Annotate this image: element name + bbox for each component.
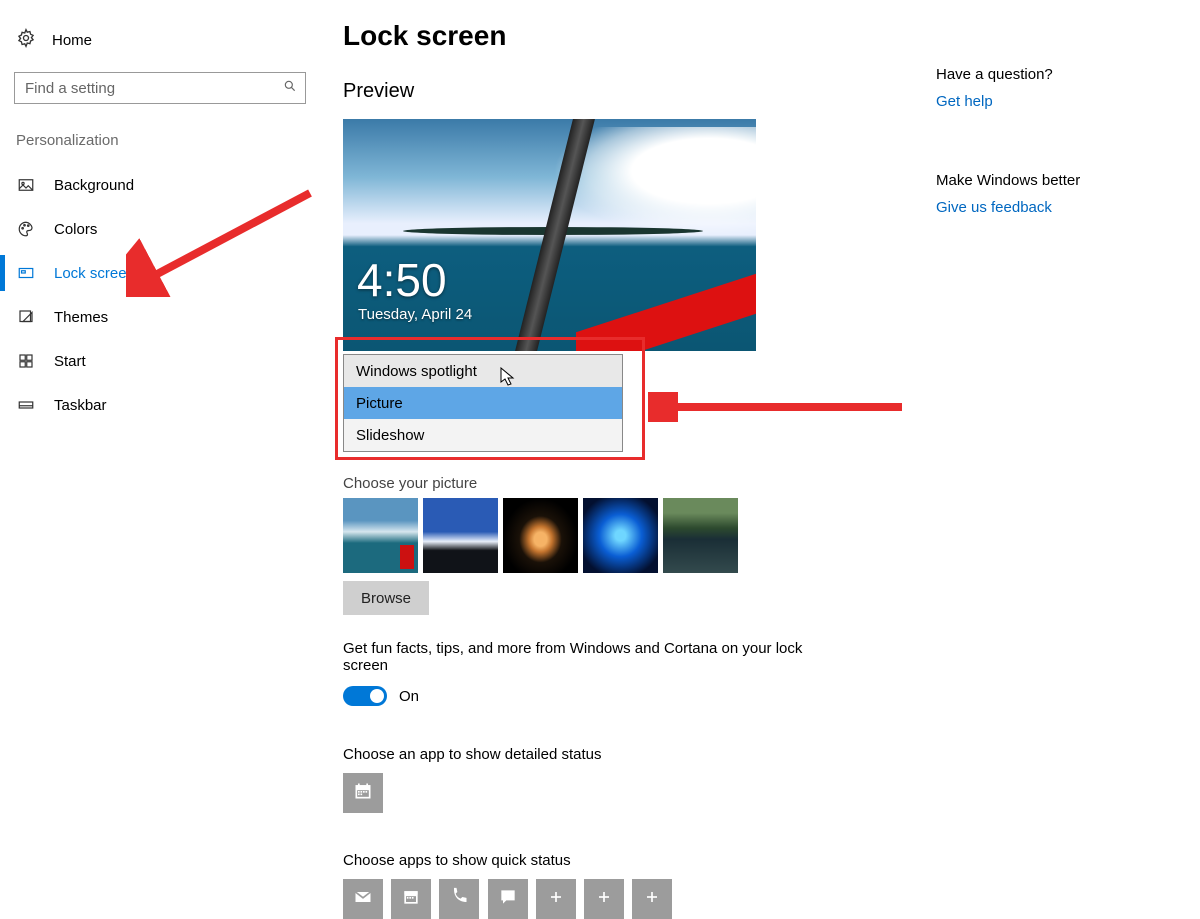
better-heading: Make Windows better [936,172,1182,189]
thumbnail-4[interactable] [583,498,658,573]
nav-themes[interactable]: Themes [14,295,308,339]
nav-label: Start [54,353,86,370]
quick-status-label: Choose apps to show quick status [343,852,676,869]
themes-icon [16,308,36,326]
nav-label: Themes [54,309,108,326]
home-label: Home [52,32,92,49]
calendar-icon [353,781,373,805]
picture-icon [16,176,36,194]
dropdown-item-slideshow[interactable]: Slideshow [344,419,622,451]
nav-label: Background [54,177,134,194]
thumbnail-2[interactable] [423,498,498,573]
fun-facts-label: Get fun facts, tips, and more from Windo… [343,640,823,674]
detailed-status-label: Choose an app to show detailed status [343,746,602,763]
quick-status-tile-messaging[interactable] [488,879,528,919]
thumbnail-5[interactable] [663,498,738,573]
cursor-icon [500,367,516,387]
search-icon [283,79,297,97]
annotation-arrow-left [126,187,316,297]
dropdown-item-picture[interactable]: Picture [344,387,622,419]
get-help-link[interactable]: Get help [936,93,993,110]
browse-button[interactable]: Browse [343,581,429,615]
plus-icon [546,887,566,911]
feedback-link[interactable]: Give us feedback [936,199,1052,216]
quick-status-tile-add-3[interactable] [632,879,672,919]
nav-label: Taskbar [54,397,107,414]
page-title: Lock screen [343,20,903,52]
calendar-icon [401,887,421,911]
preview-heading: Preview [343,80,903,103]
background-dropdown[interactable]: Windows spotlight Picture Slideshow [343,354,623,452]
choose-picture-label: Choose your picture [343,475,738,492]
home-nav[interactable]: Home [14,24,308,72]
plus-icon [594,887,614,911]
thumbnail-3[interactable] [503,498,578,573]
thumbnail-1[interactable] [343,498,418,573]
quick-status-tile-phone[interactable] [439,879,479,919]
preview-date: Tuesday, April 24 [358,306,472,323]
mail-icon [353,887,373,911]
annotation-dropdown-highlight: Windows spotlight Picture Slideshow [335,337,645,460]
phone-icon [449,887,469,911]
annotation-arrow-right [648,392,908,422]
preview-time: 4:50 [357,257,447,303]
lock-screen-preview: 4:50 Tuesday, April 24 [343,119,756,351]
main-content: Lock screen Preview 4:50 Tuesday, April … [343,20,903,365]
nav-start[interactable]: Start [14,339,308,383]
quick-status-section: Choose apps to show quick status [343,852,676,919]
toggle-switch[interactable] [343,686,387,706]
palette-icon [16,220,36,238]
right-pane: Have a question? Get help Make Windows b… [936,66,1182,216]
gear-icon [16,28,36,52]
detailed-status-app-tile[interactable] [343,773,383,813]
dropdown-item-spotlight[interactable]: Windows spotlight [344,355,622,387]
picture-thumbnails [343,498,738,573]
nav-label: Colors [54,221,97,238]
quick-status-tile-add-2[interactable] [584,879,624,919]
start-icon [16,352,36,370]
quick-status-tile-add-1[interactable] [536,879,576,919]
chat-icon [498,887,518,911]
fun-facts-section: Get fun facts, tips, and more from Windo… [343,640,823,706]
detailed-status-section: Choose an app to show detailed status [343,746,602,813]
plus-icon [642,887,662,911]
taskbar-icon [16,396,36,414]
nav-taskbar[interactable]: Taskbar [14,383,308,427]
search-field[interactable] [25,80,265,97]
quick-status-tile-calendar[interactable] [391,879,431,919]
search-input[interactable] [14,72,306,104]
choose-picture-section: Choose your picture Browse [343,475,738,615]
lock-screen-icon [16,264,36,282]
question-heading: Have a question? [936,66,1182,83]
toggle-label: On [399,688,419,705]
fun-facts-toggle[interactable]: On [343,686,823,706]
section-title: Personalization [14,132,308,149]
nav-label: Lock screen [54,265,135,282]
quick-status-tile-mail[interactable] [343,879,383,919]
